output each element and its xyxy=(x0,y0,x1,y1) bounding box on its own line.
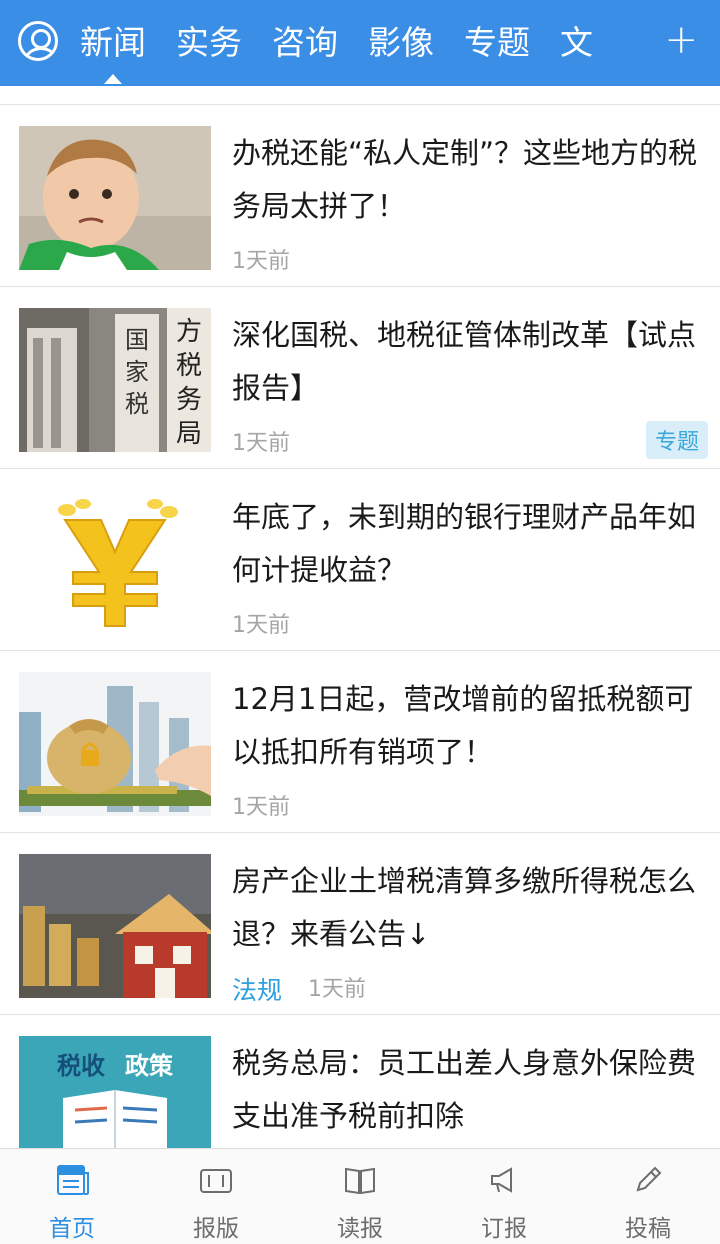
article-title: 年底了，未到期的银行理财产品年如何计提收益？ xyxy=(232,500,697,587)
list-item[interactable]: 年底了，未到期的银行理财产品年如何计提收益？ 1天前 xyxy=(0,469,720,651)
list-item[interactable]: 12月1日起，营改增前的留抵税额可以抵扣所有销项了！ 1天前 xyxy=(0,651,720,833)
nav-home[interactable]: 首页 xyxy=(0,1149,144,1244)
article-thumbnail xyxy=(19,672,211,816)
article-list: 办税还能“私人定制”？这些地方的税务局太拼了！ 1天前 国 家 税 方 税 务 … xyxy=(0,86,720,1196)
article-thumbnail xyxy=(19,854,211,998)
megaphone-icon xyxy=(491,1167,512,1193)
tab-topics[interactable]: 专题 xyxy=(464,18,530,68)
list-item[interactable]: 国 家 税 方 税 务 局 深化国税、地税征管体制改革【试点报告】 1天前 专题 xyxy=(0,287,720,469)
bottom-nav: 首页 报版 读报 订报 投稿 xyxy=(0,1148,720,1244)
nav-read[interactable]: 读报 xyxy=(288,1149,432,1244)
list-item[interactable]: 房产企业土增税清算多缴所得税怎么退？来看公告↓ 法规 1天前 xyxy=(0,833,720,1015)
svg-text:税: 税 xyxy=(176,351,202,381)
article-title: 12月1日起，营改增前的留抵税额可以抵扣所有销项了！ xyxy=(232,682,694,769)
nav-layout-label: 报版 xyxy=(193,1216,239,1242)
svg-text:局: 局 xyxy=(176,419,202,449)
svg-text:税: 税 xyxy=(125,390,149,418)
article-thumbnail: 税收 政策 xyxy=(19,1036,211,1156)
pencil-icon xyxy=(636,1166,662,1192)
tab-consult[interactable]: 咨询 xyxy=(272,18,338,68)
thumb-text-1: 税收 xyxy=(57,1052,105,1080)
nav-submit-label: 投稿 xyxy=(625,1216,671,1242)
nav-home-label: 首页 xyxy=(49,1216,95,1242)
tab-practice[interactable]: 实务 xyxy=(176,18,242,68)
thumb-text-2: 政策 xyxy=(125,1052,174,1080)
top-bar: 新闻 实务 咨询 影像 专题 文 + xyxy=(0,0,720,86)
user-icon[interactable] xyxy=(18,21,58,61)
article-title: 办税还能“私人定制”？这些地方的税务局太拼了！ xyxy=(232,136,698,223)
tab-news[interactable]: 新闻 xyxy=(80,18,146,84)
tab-culture[interactable]: 文 xyxy=(560,18,593,68)
open-book-icon xyxy=(345,1167,375,1195)
add-channel-button[interactable]: + xyxy=(664,20,698,60)
article-time: 1天前 xyxy=(232,613,290,638)
nav-subscribe[interactable]: 订报 xyxy=(432,1149,576,1244)
article-meta: 1天前 xyxy=(232,607,290,639)
nav-submit[interactable]: 投稿 xyxy=(576,1149,720,1244)
article-time: 1天前 xyxy=(232,795,290,820)
article-meta: 1天前 xyxy=(232,425,290,457)
topic-badge[interactable]: 专题 xyxy=(645,421,708,459)
article-thumbnail xyxy=(19,490,211,634)
newspaper-layout-icon xyxy=(200,1169,232,1193)
svg-text:家: 家 xyxy=(125,358,149,386)
svg-text:国: 国 xyxy=(125,326,149,354)
nav-layout[interactable]: 报版 xyxy=(144,1149,288,1244)
news-icon xyxy=(57,1165,89,1195)
article-title: 房产企业土增税清算多缴所得税怎么退？来看公告↓ xyxy=(232,864,697,951)
svg-text:方: 方 xyxy=(176,317,202,347)
nav-subscribe-label: 订报 xyxy=(481,1216,527,1242)
article-meta: 1天前 xyxy=(232,243,290,275)
article-time: 1天前 xyxy=(232,431,290,456)
category-tag[interactable]: 法规 xyxy=(232,971,282,1007)
list-top-divider xyxy=(0,86,720,105)
article-title: 税务总局：员工出差人身意外保险费支出准予税前扣除 xyxy=(232,1046,697,1133)
article-title: 深化国税、地税征管体制改革【试点报告】 xyxy=(232,318,697,405)
article-meta: 1天前 xyxy=(232,789,290,821)
article-thumbnail xyxy=(19,126,211,270)
article-time: 1天前 xyxy=(308,977,367,1002)
article-thumbnail: 国 家 税 方 税 务 局 xyxy=(19,308,211,452)
channel-tabs: 新闻 实务 咨询 影像 专题 文 xyxy=(80,18,623,84)
svg-text:务: 务 xyxy=(176,385,202,415)
list-item[interactable]: 办税还能“私人定制”？这些地方的税务局太拼了！ 1天前 xyxy=(0,105,720,287)
article-meta: 法规 1天前 xyxy=(232,971,366,1007)
nav-read-label: 读报 xyxy=(337,1216,383,1242)
article-time: 1天前 xyxy=(232,249,290,274)
tab-images[interactable]: 影像 xyxy=(368,18,434,68)
